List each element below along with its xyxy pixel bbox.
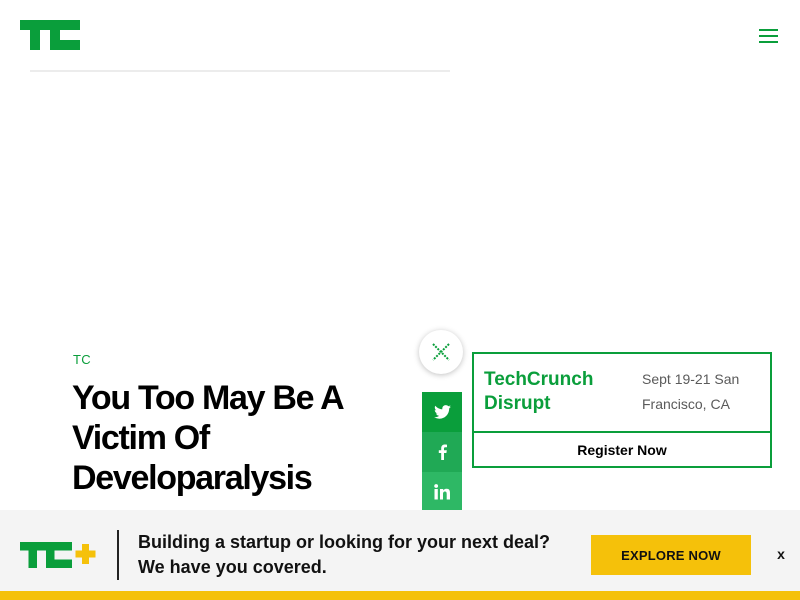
promo-divider — [117, 530, 119, 580]
event-date-location: Sept 19-21 San Francisco, CA — [642, 371, 740, 412]
close-share-button[interactable] — [419, 330, 463, 374]
linkedin-icon — [434, 484, 450, 500]
event-name[interactable]: TechCrunch Disrupt — [484, 368, 634, 416]
event-card: TechCrunch Disrupt Sept 19-21 San Franci… — [472, 352, 772, 468]
share-facebook-button[interactable] — [422, 432, 462, 472]
header-divider — [30, 70, 450, 72]
hamburger-menu-icon[interactable] — [754, 24, 782, 48]
twitter-icon — [433, 405, 451, 419]
promo-accent-stripe — [0, 591, 800, 600]
techcrunch-logo[interactable] — [20, 20, 80, 50]
promo-close-button[interactable]: x — [773, 544, 789, 564]
explore-now-button[interactable]: EXPLORE NOW — [591, 535, 751, 575]
close-icon — [432, 343, 450, 361]
share-twitter-button[interactable] — [422, 392, 462, 432]
register-now-button[interactable]: Register Now — [474, 433, 770, 466]
article-headline: You Too May Be A Victim Of Developaralys… — [72, 379, 343, 497]
promo-message: Building a startup or looking for your n… — [138, 532, 551, 577]
share-linkedin-button[interactable] — [422, 472, 462, 512]
article-category[interactable]: TC — [73, 352, 91, 367]
facebook-icon — [438, 444, 447, 460]
tc-plus-logo[interactable] — [20, 542, 98, 568]
